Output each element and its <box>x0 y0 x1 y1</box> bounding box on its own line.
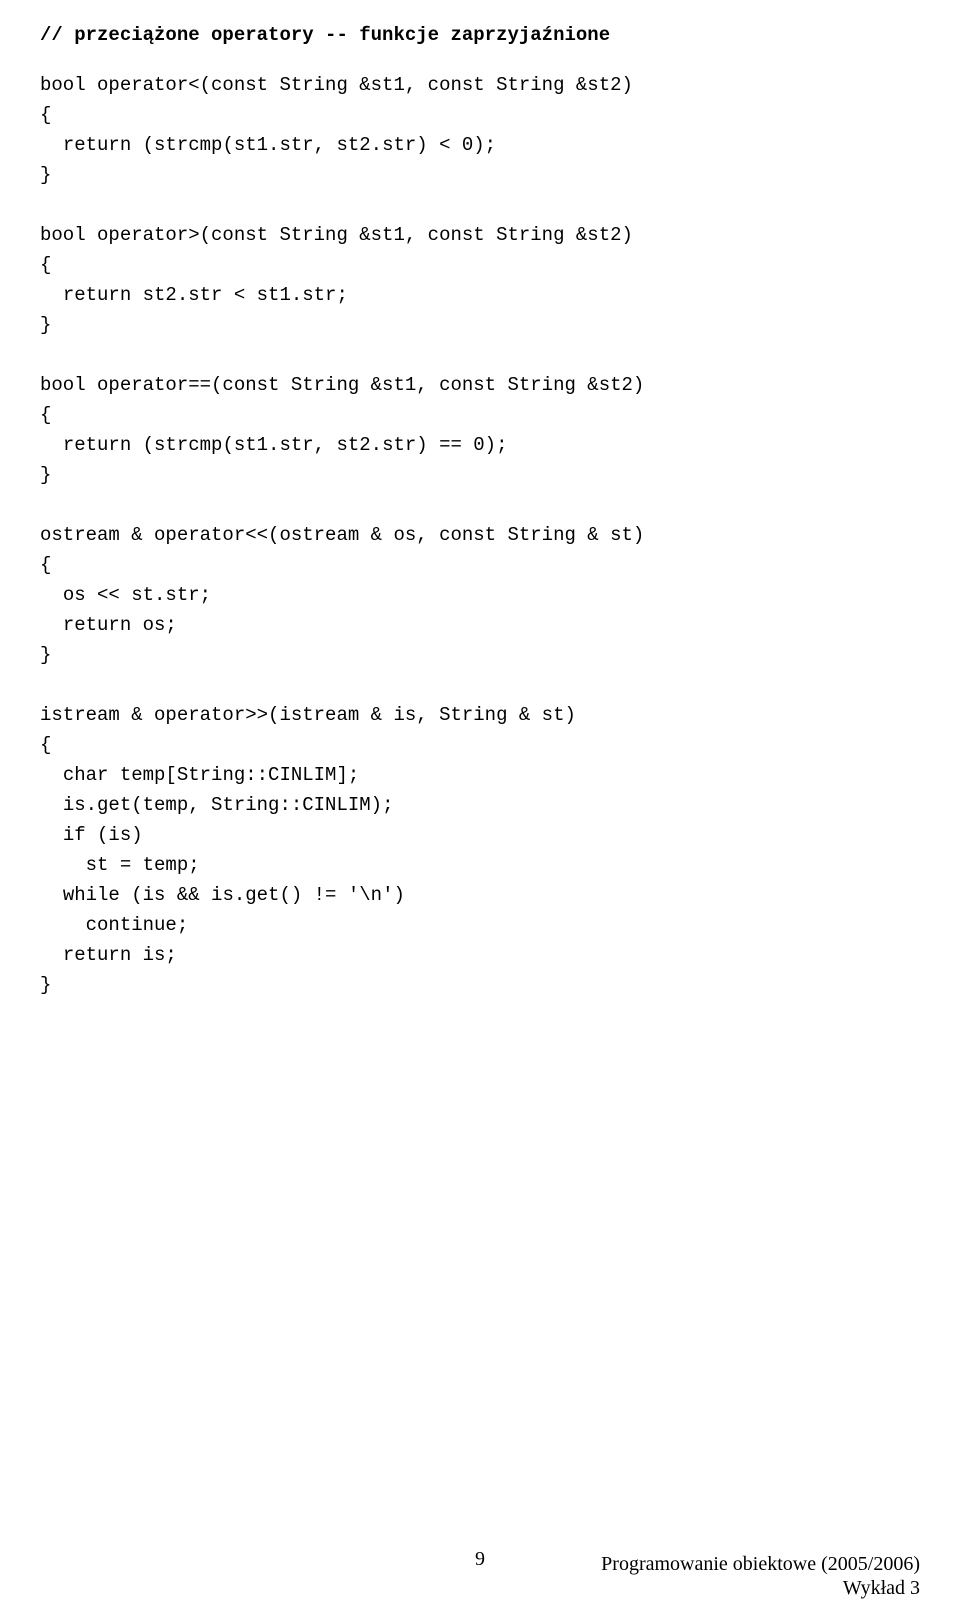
code-block: bool operator<(const String &st1, const … <box>40 70 920 1000</box>
spacer <box>40 50 920 70</box>
section-heading: // przeciążone operatory -- funkcje zapr… <box>40 20 920 50</box>
footer-line-1: Programowanie obiektowe (2005/2006) <box>601 1552 920 1576</box>
page-number: 9 <box>475 1544 485 1576</box>
footer-line-2: Wykład 3 <box>601 1576 920 1600</box>
document-page: // przeciążone operatory -- funkcje zapr… <box>0 0 960 1001</box>
footer-right: Programowanie obiektowe (2005/2006) Wykł… <box>601 1552 920 1600</box>
